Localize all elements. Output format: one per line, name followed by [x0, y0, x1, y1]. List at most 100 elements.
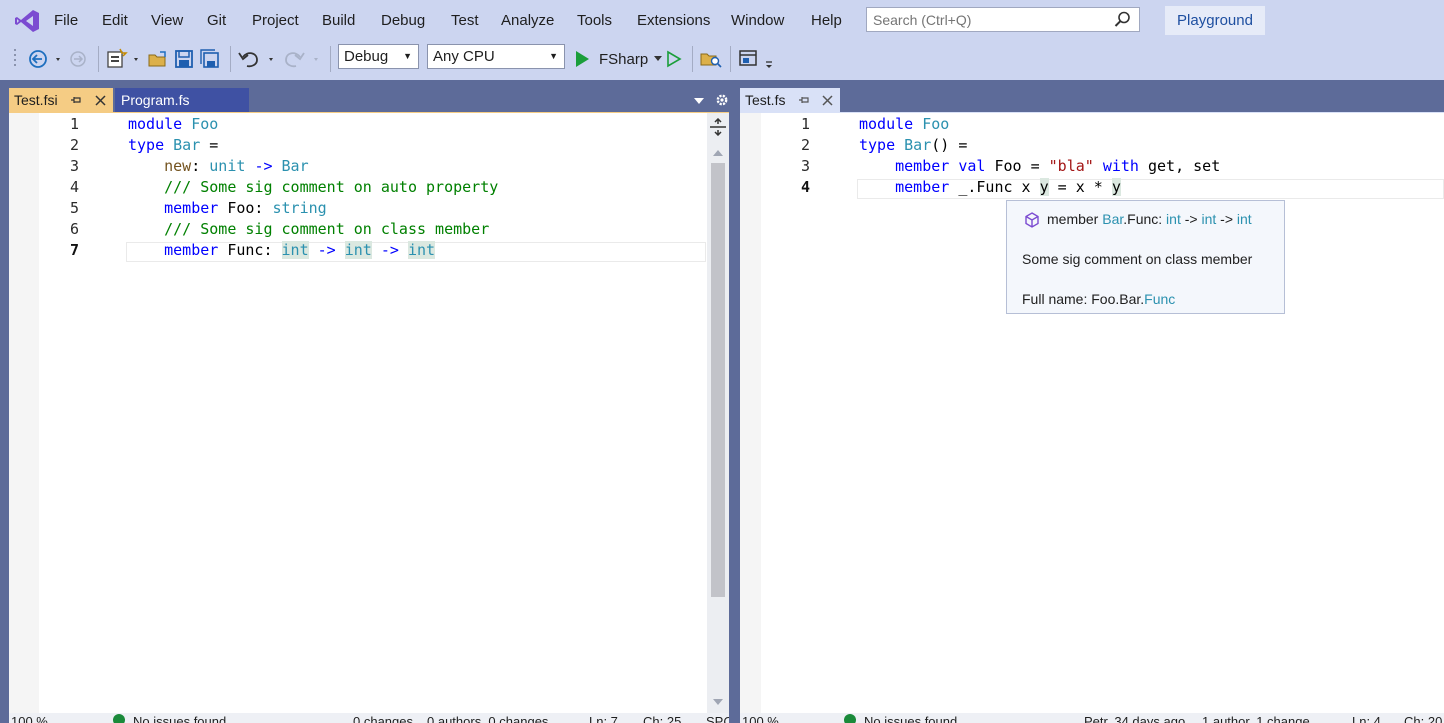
line-number-6: 6: [69, 220, 79, 238]
line-number-4: 4: [800, 178, 810, 196]
redo-button[interactable]: [282, 46, 324, 72]
tab-program-fs[interactable]: Program.fs: [115, 88, 249, 112]
search-input[interactable]: [867, 8, 1113, 31]
issues-status[interactable]: No issues found: [864, 714, 957, 723]
code-token: =: [200, 136, 219, 154]
tab-test-fsi[interactable]: Test.fsi: [9, 88, 113, 112]
code-token: ->: [317, 241, 336, 259]
back-arrow-icon: [29, 50, 60, 68]
code-line-3[interactable]: new: unit -> Bar: [128, 157, 309, 175]
scroll-down-icon[interactable]: [713, 699, 723, 705]
blame-info[interactable]: Petr, 34 days ago: [1084, 714, 1185, 723]
code-token: member: [895, 157, 950, 175]
menu-git[interactable]: Git: [207, 12, 226, 29]
line-number[interactable]: Ln: 7: [589, 714, 618, 723]
line-number-7: 7: [69, 241, 79, 259]
menu-tools[interactable]: Tools: [577, 12, 612, 29]
code-token: Bar: [173, 136, 201, 154]
authors-count[interactable]: 0 authors, 0 changes: [427, 714, 548, 723]
solution-platform-dropdown[interactable]: Any CPU ▼: [427, 44, 565, 69]
code-line-1[interactable]: module Foo: [859, 115, 949, 133]
line-number[interactable]: Ln: 4: [1352, 714, 1381, 723]
code-token: module: [859, 115, 914, 133]
menu-build[interactable]: Build: [322, 12, 355, 29]
zoom-level[interactable]: 100 %: [742, 714, 779, 723]
full-name-prefix: Full name: Foo.Bar.: [1022, 291, 1145, 307]
visual-studio-logo-icon[interactable]: [14, 9, 40, 33]
solution-name-badge[interactable]: Playground: [1165, 6, 1265, 35]
code-token: member: [164, 241, 219, 259]
code-token: Func:: [218, 241, 282, 259]
close-icon[interactable]: [95, 95, 106, 106]
code-line-7[interactable]: member Func: int -> int -> int: [128, 241, 436, 259]
menu-file[interactable]: File: [54, 12, 78, 29]
save-button[interactable]: [172, 46, 196, 72]
navigate-back-button[interactable]: [26, 46, 66, 72]
code-line-2[interactable]: type Bar() =: [859, 136, 967, 154]
code-token: y: [1039, 178, 1049, 196]
left-editor-status-bar: 100 % No issues found 0 changes 0 author…: [9, 713, 729, 723]
new-project-icon: [107, 48, 138, 68]
navigate-forward-button[interactable]: [66, 46, 90, 72]
menu-project[interactable]: Project: [252, 12, 299, 29]
solution-platform-value: Any CPU: [433, 48, 495, 65]
zoom-level[interactable]: 100 %: [11, 714, 48, 723]
tooltip-full-name: Full name: Foo.Bar.Func: [1022, 291, 1175, 307]
changes-count[interactable]: 0 changes: [353, 714, 413, 723]
code-line-5[interactable]: member Foo: string: [128, 199, 327, 217]
code-line-1[interactable]: module Foo: [128, 115, 218, 133]
tab-label: Program.fs: [121, 92, 190, 108]
authors-count[interactable]: 1 author, 1 change: [1202, 714, 1310, 723]
code-line-3[interactable]: member val Foo = "bla" with get, set: [859, 157, 1220, 175]
pin-icon[interactable]: [799, 95, 810, 106]
search-box[interactable]: [866, 7, 1140, 32]
code-line-6[interactable]: /// Some sig comment on class member: [128, 220, 489, 238]
close-icon[interactable]: [822, 95, 833, 106]
scrollbar-thumb[interactable]: [711, 163, 725, 597]
tab-list-dropdown-icon[interactable]: [694, 97, 704, 105]
menu-debug[interactable]: Debug: [381, 12, 425, 29]
split-window-icon[interactable]: [710, 118, 726, 136]
menu-analyze[interactable]: Analyze: [501, 12, 554, 29]
new-project-button[interactable]: [104, 46, 144, 72]
save-all-button[interactable]: [198, 46, 222, 72]
left-code-editor[interactable]: 1 module Foo 2 type Bar = 3 new: unit -> Bar…: [9, 113, 707, 713]
left-vertical-scrollbar[interactable]: [707, 113, 729, 713]
pin-icon[interactable]: [71, 95, 82, 106]
open-file-button[interactable]: [146, 46, 170, 72]
solution-explorer-search-button[interactable]: [698, 46, 724, 72]
search-icon[interactable]: [1114, 11, 1131, 28]
solution-configuration-dropdown[interactable]: Debug ▼: [338, 44, 419, 69]
menu-view[interactable]: View: [151, 12, 183, 29]
menu-edit[interactable]: Edit: [102, 12, 128, 29]
menu-extensions[interactable]: Extensions: [637, 12, 710, 29]
forward-arrow-icon: [70, 51, 86, 67]
toolbar-grip-icon[interactable]: [12, 46, 20, 72]
line-number-1: 1: [69, 115, 79, 133]
tab-test-fs[interactable]: Test.fs: [740, 88, 840, 112]
gear-icon[interactable]: [715, 93, 729, 107]
column-number[interactable]: Ch: 25: [643, 714, 681, 723]
code-token: ->: [380, 241, 399, 259]
start-without-debugging-button[interactable]: [664, 46, 684, 72]
line-number-2: 2: [69, 136, 79, 154]
scroll-up-icon[interactable]: [713, 150, 723, 156]
column-number[interactable]: Ch: 20: [1404, 714, 1442, 723]
menu-window[interactable]: Window: [731, 12, 784, 29]
code-token: ->: [254, 157, 273, 175]
menu-test[interactable]: Test: [451, 12, 479, 29]
menu-help[interactable]: Help: [811, 12, 842, 29]
code-line-4[interactable]: /// Some sig comment on auto property: [128, 178, 498, 196]
whitespace-mode[interactable]: SPC: [706, 714, 729, 723]
code-token: with: [1102, 157, 1139, 175]
chevron-down-icon: ▼: [549, 51, 558, 61]
browser-link-button[interactable]: [736, 46, 778, 72]
code-line-2[interactable]: type Bar =: [128, 136, 218, 154]
start-debugging-button[interactable]: FSharp: [572, 46, 664, 72]
code-line-4[interactable]: member _.Func x y = x * y: [859, 178, 1121, 196]
issues-status[interactable]: No issues found: [133, 714, 226, 723]
code-token: new: [164, 157, 192, 175]
undo-button[interactable]: [236, 46, 280, 72]
